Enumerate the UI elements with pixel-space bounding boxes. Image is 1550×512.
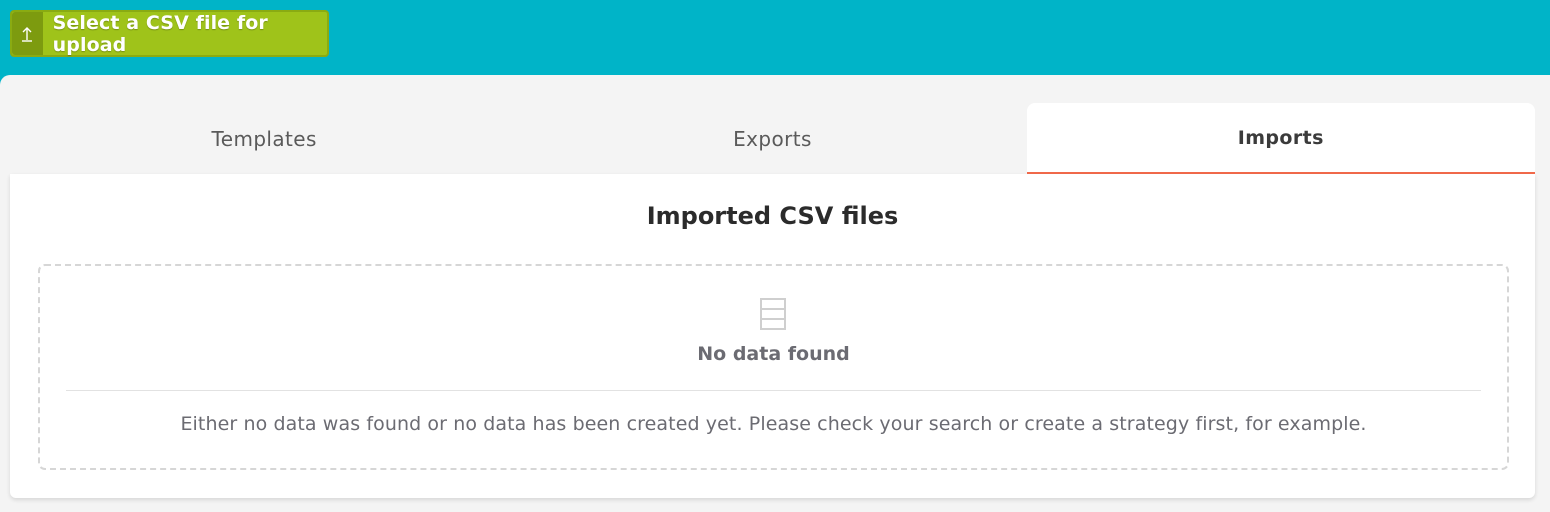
tab-imports-label: Imports [1237,126,1324,149]
main-content: Templates Exports Imports Imported CSV f… [0,75,1550,512]
tab-exports-label: Exports [733,126,812,151]
tab-templates-label: Templates [211,126,317,151]
table-icon [760,298,786,330]
empty-state-title: No data found [697,343,850,365]
tab-templates[interactable]: Templates [10,103,518,174]
upload-arrow-icon [12,12,43,55]
divider [66,390,1481,391]
panel-title: Imported CSV files [646,202,899,230]
upload-csv-button[interactable]: Select a CSV file for upload [10,10,329,57]
tab-imports[interactable]: Imports [1026,103,1535,190]
imports-panel: Imported CSV files No data found Either … [10,174,1535,498]
empty-state: No data found Either no data was found o… [38,264,1509,470]
tab-exports[interactable]: Exports [518,103,1026,174]
upload-csv-button-label: Select a CSV file for upload [52,11,268,56]
tab-bar: Templates Exports Imports [10,103,1535,190]
empty-state-message: Either no data was found or no data has … [180,413,1367,435]
